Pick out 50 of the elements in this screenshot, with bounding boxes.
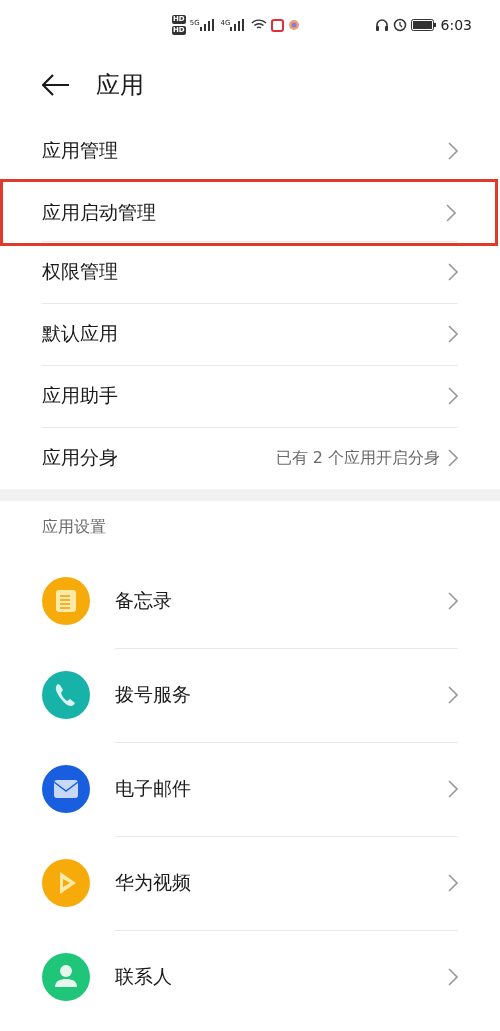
- app-name: 备忘录: [115, 588, 173, 613]
- app-notification-icon: [271, 18, 285, 32]
- chevron-icon: [448, 387, 458, 405]
- chevron-icon: [448, 686, 458, 704]
- play-icon: [42, 859, 90, 907]
- item-label: 应用启动管理: [42, 199, 157, 225]
- headphones-icon: [374, 18, 389, 32]
- app-item[interactable]: 拨号服务: [0, 648, 500, 742]
- chevron-icon: [448, 874, 458, 892]
- chevron-icon: [448, 142, 458, 160]
- item-label: 应用分身: [42, 445, 119, 470]
- item-label: 默认应用: [42, 321, 119, 346]
- settings-item[interactable]: 应用启动管理: [0, 179, 498, 246]
- clock-time: 6:03: [440, 17, 472, 33]
- chevron-icon: [448, 449, 458, 467]
- app-name: 华为视频: [115, 870, 192, 895]
- chevron-icon: [448, 592, 458, 610]
- alarm-icon: [392, 18, 407, 32]
- page-title: 应用: [96, 70, 144, 101]
- notes-icon: [42, 577, 90, 625]
- app-item[interactable]: 电子邮件: [0, 742, 500, 836]
- chevron-icon: [448, 325, 458, 343]
- app-item[interactable]: 联系人: [0, 930, 500, 1024]
- item-label: 应用管理: [42, 138, 119, 163]
- wifi-icon: [251, 19, 268, 31]
- signal-icon: [230, 19, 245, 31]
- chevron-icon: [448, 263, 458, 281]
- settings-item[interactable]: 应用助手: [0, 365, 500, 427]
- signal-icon: [199, 19, 214, 31]
- battery-icon: [410, 19, 437, 31]
- app-name: 联系人: [115, 964, 173, 989]
- app-item[interactable]: 备忘录: [0, 554, 500, 648]
- item-label: 权限管理: [42, 259, 119, 284]
- settings-item[interactable]: 应用管理: [0, 120, 500, 182]
- section-title: 应用设置: [42, 517, 106, 538]
- app-name: 电子邮件: [115, 776, 192, 801]
- chevron-icon: [446, 203, 456, 222]
- settings-item[interactable]: 默认应用: [0, 303, 500, 365]
- phone-icon: [42, 671, 90, 719]
- app-name: 拨号服务: [115, 682, 192, 707]
- app-notification-icon: [288, 19, 301, 31]
- item-value: 已有 2 个应用开启分身: [275, 447, 440, 469]
- chevron-icon: [448, 780, 458, 798]
- envelope-icon: [42, 765, 90, 813]
- item-label: 应用助手: [42, 383, 119, 408]
- app-item[interactable]: 华为视频: [0, 836, 500, 930]
- person-icon: [42, 953, 90, 1001]
- chevron-icon: [448, 968, 458, 986]
- back-arrow-icon[interactable]: [42, 74, 70, 96]
- settings-item[interactable]: 应用分身 已有 2 个应用开启分身: [0, 427, 500, 489]
